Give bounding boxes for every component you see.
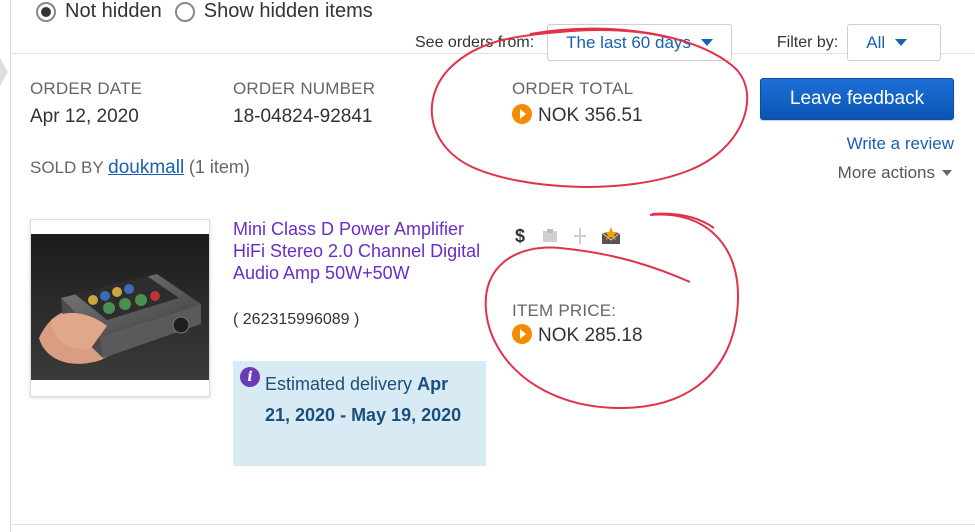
- sold-by-label: SOLD BY: [30, 158, 104, 177]
- radio-button-checked[interactable]: [36, 1, 56, 22]
- item-price-value: NOK 285.18: [538, 325, 643, 346]
- radio-label: Not hidden: [65, 0, 162, 22]
- dollar-icon: $: [514, 226, 525, 246]
- filter-by-label: Filter by:: [776, 33, 839, 51]
- order-total-label: ORDER TOTAL: [512, 79, 634, 98]
- order-total-value: NOK 356.51: [538, 105, 643, 126]
- page-border: [10, 0, 11, 532]
- order-number-label: ORDER NUMBER: [233, 79, 376, 98]
- leave-feedback-button[interactable]: Leave feedback: [760, 78, 954, 120]
- item-title-link[interactable]: Mini Class D Power Amplifier HiFi Stereo…: [233, 218, 483, 284]
- delivery-prefix: Estimated delivery: [265, 374, 413, 394]
- feedback-received-icon: [571, 227, 589, 245]
- more-actions-dropdown[interactable]: More actions: [838, 163, 952, 183]
- amplifier-photo: [31, 234, 209, 380]
- filter-value: All: [866, 32, 886, 52]
- write-review-link[interactable]: Write a review: [847, 134, 954, 154]
- order-date-label: ORDER DATE: [30, 79, 143, 98]
- see-orders-label: See orders from:: [415, 33, 535, 51]
- currency-conversion-icon: [512, 104, 532, 124]
- radio-button-unchecked[interactable]: [174, 1, 195, 22]
- item-price-label: ITEM PRICE:: [512, 301, 617, 320]
- order-date-value: Apr 12, 2020: [30, 106, 139, 127]
- chevron-down-icon: [942, 170, 952, 176]
- item-count: (1 item): [188, 157, 250, 177]
- radio-show-hidden[interactable]: Show hidden items: [174, 0, 373, 23]
- currency-conversion-icon: [512, 324, 532, 344]
- divider: [10, 524, 975, 525]
- radio-not-hidden[interactable]: Not hidden: [36, 0, 162, 23]
- order-total: NOK 356.51: [512, 104, 643, 127]
- period-dropdown[interactable]: The last 60 days: [547, 24, 732, 61]
- period-value: The last 60 days: [566, 32, 691, 52]
- item-price: NOK 285.18: [512, 324, 643, 347]
- seller-link[interactable]: doukmall: [108, 157, 184, 178]
- radio-label: Show hidden items: [203, 0, 373, 22]
- order-filters: See orders from: The last 60 days Filter…: [415, 24, 942, 61]
- sold-by-row: SOLD BY doukmall (1 item): [30, 157, 250, 179]
- feedback-left-icon: [601, 227, 621, 245]
- side-pointer: [0, 58, 8, 86]
- item-thumbnail[interactable]: [30, 219, 210, 397]
- shipped-box-icon: [541, 227, 559, 245]
- order-number-value: 18-04824-92841: [233, 106, 373, 127]
- item-number: ( 262315996089 ): [233, 311, 360, 328]
- visibility-toggle: Not hidden Show hidden items: [36, 0, 387, 23]
- more-actions-label: More actions: [837, 163, 935, 182]
- chevron-down-icon: [700, 39, 713, 46]
- item-status-icons: $: [511, 227, 631, 245]
- estimated-delivery-box: i Estimated delivery Apr 21, 2020 - May …: [233, 361, 486, 466]
- filter-dropdown[interactable]: All: [847, 24, 942, 61]
- chevron-down-icon: [895, 39, 908, 46]
- info-icon: i: [240, 367, 260, 387]
